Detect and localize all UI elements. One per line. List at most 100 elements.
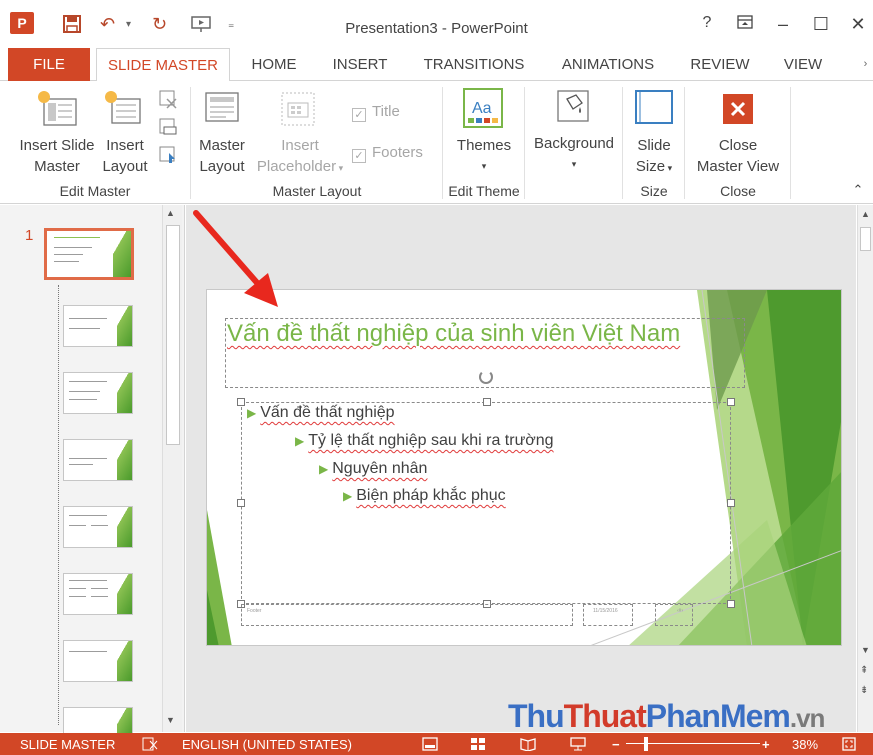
insert-slide-master-label-2: Master (34, 158, 80, 175)
slide-scroll-thumb[interactable] (860, 227, 871, 251)
slide-sorter-view-icon[interactable] (470, 737, 486, 754)
themes-label: Themes (456, 137, 512, 154)
close-master-view-icon (722, 93, 754, 130)
close-window-button[interactable]: ✕ (843, 14, 873, 35)
thumbnail-layout[interactable] (63, 305, 133, 347)
scroll-down-icon[interactable]: ▼ (861, 645, 870, 655)
tab-animations[interactable]: ANIMATIONS (548, 48, 668, 81)
thumbnail-scroll-thumb[interactable] (166, 225, 180, 445)
zoom-slider-thumb[interactable] (644, 737, 648, 751)
slide-title[interactable]: Vấn đề thất nghiệp của sinh viên Việt Na… (227, 320, 680, 348)
tab-transitions[interactable]: TRANSITIONS (412, 48, 536, 81)
thumbnail-line (69, 318, 107, 319)
insert-placeholder-label-1: Insert (281, 137, 319, 154)
spelling-check-icon[interactable] (142, 737, 158, 754)
scroll-down-icon[interactable]: ▼ (166, 715, 175, 725)
minimize-button[interactable]: – (768, 14, 798, 35)
ribbon-tabs: FILE SLIDE MASTER HOME INSERT TRANSITION… (0, 48, 873, 82)
thumbnail-decoration (117, 306, 132, 346)
ribbon: Insert Slide Master Insert Layout Edit M… (0, 81, 873, 204)
thumbnail-layout[interactable] (63, 506, 133, 548)
collapse-ribbon-icon[interactable]: ⌃ (850, 179, 866, 200)
resize-handle[interactable] (237, 499, 245, 507)
resize-handle[interactable] (727, 600, 735, 608)
bullet-arrow-icon: ▶ (343, 489, 353, 503)
insert-slide-master-button[interactable]: Insert Slide Master (14, 135, 100, 177)
title-checkbox[interactable]: ✓ Title (352, 101, 432, 122)
slide-size-label-1: Slide (637, 137, 671, 154)
background-dropdown-icon: ▾ (571, 159, 577, 169)
annotation-arrow-icon (193, 210, 278, 307)
thumbnail-line (53, 254, 84, 255)
slide-number-placeholder[interactable] (655, 604, 693, 626)
bullet-level-3[interactable]: ▶ Nguyên nhân (319, 460, 427, 478)
delete-slide-icon[interactable] (158, 89, 178, 114)
normal-view-icon[interactable] (422, 737, 438, 754)
footers-checkbox[interactable]: ✓ Footers (352, 142, 442, 163)
bullet-level-4[interactable]: ▶ Biện pháp khắc phục (343, 487, 506, 505)
scroll-up-icon[interactable]: ▲ (861, 209, 870, 219)
insert-placeholder-label-2: Placeholder (256, 158, 337, 175)
thumbnail-layout[interactable] (63, 640, 133, 682)
master-layout-label-1: Master (199, 137, 245, 154)
ribbon-separator (442, 87, 443, 199)
ribbon-display-options-icon[interactable] (730, 14, 760, 35)
tab-home[interactable]: HOME (240, 48, 308, 81)
tab-view[interactable]: VIEW (772, 48, 834, 81)
slide-scrollbar[interactable]: ▲ ▼ ⇞ ⇟ (857, 205, 873, 732)
bullet-level-2[interactable]: ▶ Tỷ lệ thất nghiệp sau khi ra trường (295, 432, 554, 450)
tab-insert[interactable]: INSERT (322, 48, 398, 81)
tab-review[interactable]: REVIEW (680, 48, 760, 81)
bullet-text: Vấn đề thất nghiệp (260, 404, 395, 421)
slide-number-text: ‹#› (677, 608, 684, 614)
resize-handle[interactable] (237, 398, 245, 406)
zoom-level[interactable]: 38% (792, 737, 818, 752)
resize-handle[interactable] (727, 398, 735, 406)
help-button[interactable]: ? (692, 14, 722, 32)
thumbnail-slide-master[interactable] (44, 228, 134, 280)
resize-handle[interactable] (727, 499, 735, 507)
background-styles-button[interactable]: Background ▾ (528, 133, 620, 175)
next-slide-icon[interactable]: ⇟ (860, 685, 868, 696)
watermark-part: .vn (789, 703, 826, 733)
insert-placeholder-icon (280, 91, 316, 132)
status-language[interactable]: ENGLISH (UNITED STATES) (182, 737, 352, 752)
bullet-text: Nguyên nhân (332, 460, 428, 477)
themes-button[interactable]: Themes ▾ (446, 135, 522, 177)
tab-slide-master[interactable]: SLIDE MASTER (96, 48, 230, 82)
insert-placeholder-button[interactable]: Insert Placeholder ▾ (252, 135, 348, 179)
tab-scroll-right-icon[interactable]: › (858, 48, 873, 81)
fit-slide-icon[interactable] (842, 737, 856, 754)
zoom-out-icon[interactable]: − (612, 737, 620, 752)
thumbnail-number: 1 (25, 227, 34, 244)
thumbnail-layout[interactable] (63, 573, 133, 615)
scroll-up-icon[interactable]: ▲ (166, 208, 175, 218)
status-view-mode: SLIDE MASTER (20, 737, 116, 752)
resize-handle[interactable] (483, 398, 491, 406)
reading-view-icon[interactable] (520, 737, 536, 754)
thumbnail-line (69, 525, 87, 526)
maximize-button[interactable]: ☐ (806, 14, 836, 35)
thumbnail-scrollbar[interactable]: ▲ ▼ (162, 205, 182, 732)
tab-file[interactable]: FILE (8, 48, 90, 81)
bullet-arrow-icon: ▶ (319, 462, 329, 476)
bullet-level-1[interactable]: ▶ Vấn đề thất nghiệp (247, 404, 395, 422)
rename-slide-icon[interactable] (158, 117, 178, 142)
slideshow-view-icon[interactable] (570, 737, 586, 754)
master-layout-icon (204, 91, 240, 130)
slide-master-canvas[interactable]: Vấn đề thất nghiệp của sinh viên Việt Na… (206, 289, 842, 646)
footer-placeholder[interactable] (241, 604, 573, 626)
previous-slide-icon[interactable]: ⇞ (860, 665, 868, 676)
master-layout-button[interactable]: Master Layout (194, 135, 250, 177)
ribbon-separator (684, 87, 685, 199)
rotate-handle-icon[interactable] (479, 370, 493, 384)
preserve-slide-icon[interactable] (158, 145, 178, 170)
thumbnail-layout[interactable] (63, 439, 133, 481)
insert-layout-button[interactable]: Insert Layout (98, 135, 152, 177)
close-master-view-button[interactable]: Close Master View (690, 135, 786, 177)
slide-size-icon (634, 89, 674, 130)
zoom-in-icon[interactable]: + (762, 737, 770, 752)
thumbnail-layout[interactable] (63, 372, 133, 414)
slide-size-button[interactable]: Slide Size ▾ (626, 135, 682, 179)
thumbnail-connector-line (58, 285, 59, 725)
